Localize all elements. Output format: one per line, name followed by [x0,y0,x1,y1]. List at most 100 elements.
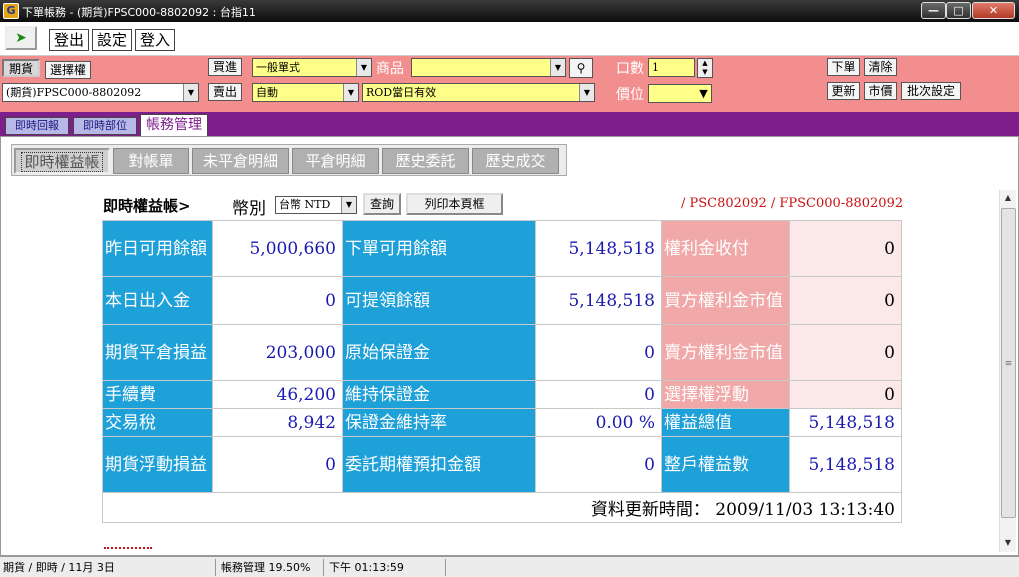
pin-icon[interactable]: ➤ [5,26,37,50]
price-label: 價位 [616,87,644,103]
account-path: / PSC802092 / FPSC000-8802092 [681,196,904,211]
tab-realtime-position[interactable]: 即時部位 [73,117,137,135]
chevron-down-icon: ▼ [343,84,358,101]
currency-select[interactable]: 台幣 NTD ▼ [275,196,357,214]
table-value: 46,200 [212,380,343,409]
buy-button[interactable]: 買進 [208,58,242,76]
vertical-scrollbar[interactable]: ▲ ≡ ▼ [999,190,1016,552]
status-progress: 帳務管理 19.50% [218,559,324,576]
settings-button[interactable]: 設定 [92,29,132,51]
currency-label: 幣別 [232,199,266,219]
table-label: 期貨浮動損益 [102,436,213,493]
table-label: 整戶權益數 [661,436,790,493]
status-bar: 期貨 / 即時 / 11月 3日 帳務管理 19.50% 下午 01:13:59 [0,556,1019,577]
maximize-button[interactable]: □ [946,2,971,19]
table-label: 委託期權預扣金額 [342,436,536,493]
subtab-order-history[interactable]: 歷史委託 [382,148,469,174]
qty-input[interactable]: 1 [648,58,695,77]
logout-button[interactable]: 登出 [49,29,89,51]
close-button[interactable]: ✕ [972,2,1015,19]
chevron-down-icon: ▼ [183,84,198,101]
validity-value: ROD當日有效 [366,86,437,99]
login-button[interactable]: 登入 [135,29,175,51]
table-row: 昨日可用餘額 5,000,660 下單可用餘額 5,148,518 權利金收付 … [102,220,902,277]
table-label: 本日出入金 [102,276,213,325]
table-row: 期貨平倉損益 203,000 原始保證金 0 賣方權利金市值 0 [102,324,902,381]
chevron-down-icon: ▼ [696,85,711,102]
batch-settings-button[interactable]: 批次設定 [901,82,961,100]
status-market: 期貨 / 即時 / 11月 3日 [0,559,216,576]
validity-select[interactable]: ROD當日有效 ▼ [362,83,595,102]
account-content: 即時權益帳 對帳單 未平倉明細 平倉明細 歷史委託 歷史成交 即時權益帳> 幣別… [0,136,1019,556]
product-select[interactable]: ▼ [411,58,566,77]
footnote-mark [104,547,152,553]
scroll-down-icon[interactable]: ▼ [1000,535,1016,551]
table-value: 0 [789,380,902,409]
table-row: 期貨浮動損益 0 委託期權預扣金額 0 整戶權益數 5,148,518 [102,436,902,493]
main-tab-bar: 即時回報 即時部位 帳務管理 [0,112,1019,136]
order-panel: 期貨 選擇權 (期貨)FPSC000-8802092 ▼ 買進 賣出 一般單式 … [0,56,1019,112]
table-value: 5,148,518 [535,276,662,325]
minimize-button[interactable]: — [921,2,946,19]
subtab-statement[interactable]: 對帳單 [113,148,189,174]
search-icon[interactable]: ⚲ [569,58,593,78]
account-select[interactable]: (期貨)FPSC000-8802092 ▼ [2,83,199,102]
table-label: 期貨平倉損益 [102,324,213,381]
order-type-value: 一般單式 [256,61,300,74]
table-value: 0 [535,324,662,381]
title-bar: G 下單帳務 - (期貨)FPSC000-8802092 : 台指11 — □ … [0,0,1019,22]
clear-button[interactable]: 清除 [864,58,897,76]
table-row: 手續費 46,200 維持保證金 0 選擇權浮動 0 [102,380,902,409]
window-title: 下單帳務 - (期貨)FPSC000-8802092 : 台指11 [22,6,256,19]
table-value: 0 [535,436,662,493]
qty-label: 口數 [616,61,644,77]
table-value: 0.00 % [535,408,662,437]
table-label: 選擇權浮動 [661,380,790,409]
market-price-button[interactable]: 市價 [864,82,897,100]
subtab-open-positions[interactable]: 未平倉明細 [192,148,289,174]
table-label: 下單可用餘額 [342,220,536,277]
print-button[interactable]: 列印本頁框 [406,193,503,215]
table-value: 5,148,518 [789,408,902,437]
chevron-down-icon: ▼ [356,59,371,76]
query-button[interactable]: 查詢 [363,193,401,215]
equity-table: 昨日可用餘額 5,000,660 下單可用餘額 5,148,518 權利金收付 … [102,220,902,523]
table-row: 交易稅 8,942 保證金維持率 0.00 % 權益總值 5,148,518 [102,408,902,437]
table-label: 權利金收付 [661,220,790,277]
update-cell: 資料更新時間： 2009/11/03 13:13:40 [102,492,902,523]
qty-spinner[interactable]: ▲ ▼ [697,58,713,78]
tab-futures[interactable]: 期貨 [2,59,40,77]
subtab-realtime-equity[interactable]: 即時權益帳 [14,148,110,174]
chevron-down-icon: ▼ [579,84,594,101]
table-label: 賣方權利金市值 [661,324,790,381]
table-label: 昨日可用餘額 [102,220,213,277]
table-value: 0 [212,276,343,325]
app-logo-icon: G [3,3,19,19]
tab-realtime-report[interactable]: 即時回報 [5,117,69,135]
subtab-closed-positions[interactable]: 平倉明細 [292,148,379,174]
scroll-up-icon[interactable]: ▲ [1000,190,1016,206]
table-value: 203,000 [212,324,343,381]
table-label: 保證金維持率 [342,408,536,437]
section-title: 即時權益帳> [103,197,191,215]
tab-options[interactable]: 選擇權 [45,61,91,79]
table-value: 0 [212,436,343,493]
order-type-select[interactable]: 一般單式 ▼ [252,58,372,77]
sell-button[interactable]: 賣出 [208,83,242,101]
place-order-button[interactable]: 下單 [827,58,860,76]
subtab-trade-history[interactable]: 歷史成交 [472,148,559,174]
mode-select[interactable]: 自動 ▼ [252,83,359,102]
table-label: 原始保證金 [342,324,536,381]
table-label: 權益總值 [661,408,790,437]
scroll-thumb[interactable]: ≡ [1001,208,1016,518]
chevron-down-icon: ▼ [341,197,356,213]
table-value: 0 [535,380,662,409]
table-row: 本日出入金 0 可提領餘額 5,148,518 買方權利金市值 0 [102,276,902,325]
price-select[interactable]: ▼ [648,84,712,103]
currency-value: 台幣 NTD [279,198,331,211]
status-time: 下午 01:13:59 [326,559,446,576]
tab-account-management[interactable]: 帳務管理 [140,114,208,136]
table-label: 可提領餘額 [342,276,536,325]
menu-toolbar: ➤ 登出 設定 登入 [0,22,1019,56]
refresh-button[interactable]: 更新 [827,82,860,100]
